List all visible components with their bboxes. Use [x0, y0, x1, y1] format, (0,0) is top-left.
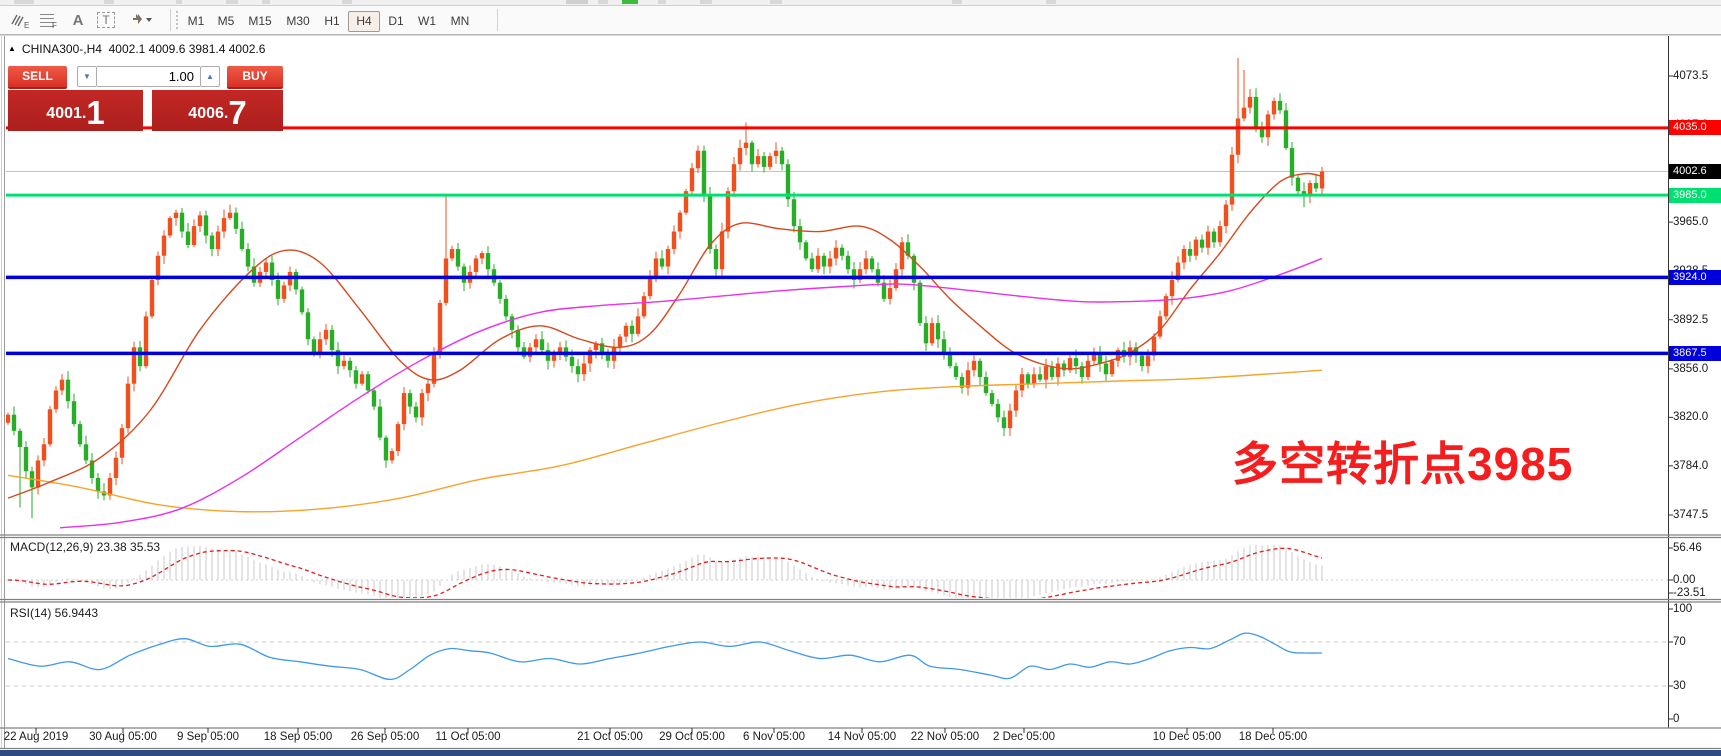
macd-label: MACD(12,26,9) 23.38 35.53 [10, 540, 160, 554]
rsi-label: RSI(14) 56.9443 [10, 606, 98, 620]
price-tick-label: 3892.5 [1673, 313, 1708, 327]
timeframe-button-m30[interactable]: M30 [280, 11, 316, 32]
price-tick-label: 3856.0 [1673, 362, 1708, 376]
timeframe-button-w1[interactable]: W1 [412, 11, 442, 32]
timeframe-button-h1[interactable]: H1 [318, 11, 346, 32]
price-tick-label: 3747.5 [1673, 508, 1708, 522]
buy-button[interactable]: BUY [227, 66, 283, 89]
macd-axis-label: 0.00 [1673, 573, 1695, 587]
text-box-icon[interactable]: T [94, 9, 118, 31]
grid-icon[interactable]: F [36, 9, 60, 31]
clipped-icon [770, 0, 782, 4]
time-axis-label: 6 Nov 05:00 [743, 731, 805, 743]
volume-input[interactable] [97, 66, 200, 87]
price-tick-label: 4073.5 [1673, 69, 1708, 83]
macd-axis-label: -23.51 [1673, 586, 1706, 600]
buy-price-int: 4006 [188, 99, 224, 129]
price-tick-label: 3965.0 [1673, 215, 1708, 229]
price-line-badge: 4002.6 [1669, 164, 1721, 179]
time-axis-label: 26 Sep 05:00 [351, 731, 419, 743]
rsi-axis-label: 0 [1673, 712, 1679, 726]
toolbar-drag-handle[interactable] [176, 11, 181, 29]
volume-decrease-button[interactable]: ▼ [77, 66, 97, 87]
chart-toolbar: E F A T M1M5M15M30H1H4D1W1MN [0, 6, 1721, 35]
price-line-badge: 4035.0 [1669, 120, 1721, 135]
time-axis-label: 22 Aug 2019 [4, 731, 69, 743]
time-axis-label: 10 Dec 05:00 [1153, 731, 1221, 743]
toolbar-separator [497, 9, 498, 31]
timeframe-button-m5[interactable]: M5 [212, 11, 240, 32]
clipped-icon [262, 0, 270, 4]
indicators-icon[interactable]: E [8, 9, 32, 31]
clipped-icon [658, 0, 666, 4]
clipped-icon [622, 0, 638, 4]
buy-price-display[interactable]: 4006.7 [152, 90, 283, 131]
collapse-arrow-icon[interactable]: ▲ [8, 44, 16, 53]
clipped-icon [342, 0, 352, 4]
time-axis-label: 18 Dec 05:00 [1239, 731, 1307, 743]
sell-button[interactable]: SELL [8, 66, 67, 89]
rsi-axis-label: 100 [1673, 602, 1692, 616]
timeframe-button-m1[interactable]: M1 [182, 11, 210, 32]
time-axis-label: 11 Oct 05:00 [436, 731, 501, 743]
time-axis-label: 21 Oct 05:00 [577, 731, 643, 743]
price-line-badge: 3924.0 [1669, 270, 1721, 285]
clipped-icon [700, 0, 712, 4]
sell-price-decimal: 1 [86, 96, 104, 129]
svg-text:F: F [52, 21, 57, 29]
clipped-icon [952, 0, 962, 4]
timeframe-button-m15[interactable]: M15 [242, 11, 278, 32]
price-tick-label: 3784.0 [1673, 459, 1708, 473]
svg-text:E: E [24, 21, 29, 29]
sell-price-display[interactable]: 4001.1 [8, 90, 143, 131]
time-axis-label: 30 Aug 05:00 [89, 731, 157, 743]
ohlc-values: 4002.1 4009.6 3981.4 4002.6 [109, 42, 266, 56]
chart-window [0, 34, 1721, 750]
mt4-terminal: E F A T M1M5M15M30H1H4D1W1MN ▲ CHINA300-,… [0, 0, 1721, 756]
time-axis-label: 2 Dec 05:00 [993, 731, 1055, 743]
timeframe-button-mn[interactable]: MN [444, 11, 476, 32]
toolbar-separator [170, 9, 171, 31]
clipped-icon [176, 0, 182, 4]
chart-annotation-text[interactable]: 多空转折点3985 [1232, 428, 1573, 494]
price-line-badge: 3985.0 [1669, 188, 1721, 203]
volume-increase-button[interactable]: ▲ [200, 66, 220, 87]
time-axis-label: 22 Nov 05:00 [911, 731, 979, 743]
clipped-icon [566, 0, 588, 4]
rsi-axis-label: 70 [1673, 635, 1686, 649]
timeframe-button-d1[interactable]: D1 [382, 11, 410, 32]
symbol-name: CHINA300-,H4 [22, 42, 102, 56]
time-axis-label: 18 Sep 05:00 [264, 731, 332, 743]
sell-price-int: 4001 [46, 99, 82, 129]
buy-price-decimal: 7 [228, 96, 246, 129]
price-tick-label: 3820.0 [1673, 410, 1708, 424]
clipped-icon [14, 0, 34, 4]
time-axis-label: 14 Nov 05:00 [828, 731, 896, 743]
text-label-icon[interactable]: A [66, 9, 90, 31]
clipped-icon [1046, 0, 1056, 4]
rsi-axis-label: 30 [1673, 679, 1686, 693]
macd-axis-label: 56.46 [1673, 541, 1702, 555]
price-line-badge: 3867.5 [1669, 346, 1721, 361]
time-axis-label: 9 Sep 05:00 [177, 731, 239, 743]
clipped-icon [598, 0, 608, 4]
arrange-objects-icon[interactable] [126, 9, 158, 31]
time-axis-label: 29 Oct 05:00 [659, 731, 725, 743]
one-click-trading-panel: SELL ▼ ▲ BUY 4001.1 4006.7 [8, 60, 284, 133]
window-bottom-edge [0, 750, 1721, 756]
clipped-icon [226, 0, 238, 4]
symbol-header: ▲ CHINA300-,H4 4002.1 4009.6 3981.4 4002.… [8, 42, 265, 56]
timeframe-button-h4[interactable]: H4 [348, 11, 380, 32]
clipped-icon [104, 0, 114, 4]
